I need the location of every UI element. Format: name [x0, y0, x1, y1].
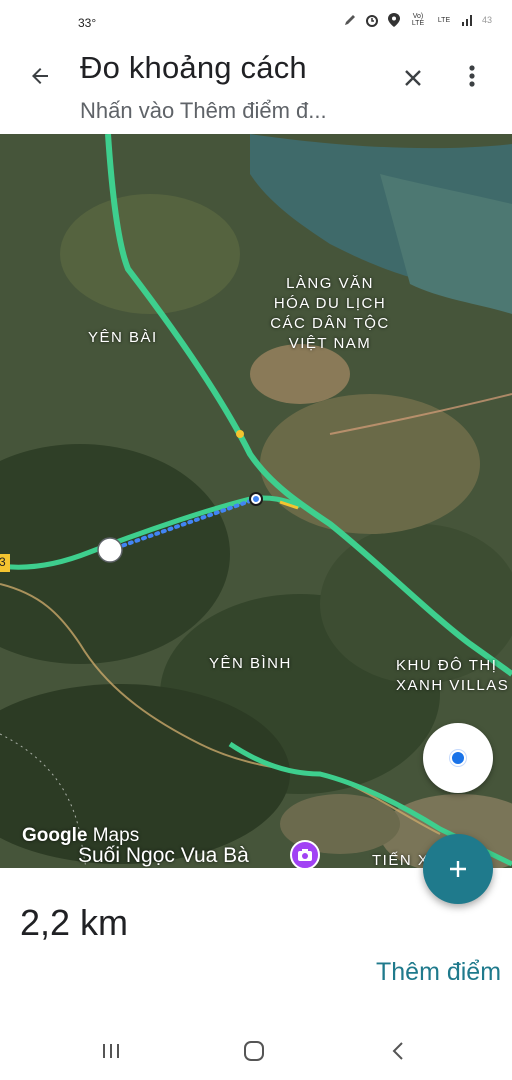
map-label-line: KHU ĐÔ THỊ — [396, 657, 498, 674]
map-label-khu-do-thi: KHU ĐÔ THỊ XANH VILLAS — [396, 656, 512, 696]
page-subtitle: Nhấn vào Thêm điểm đ... — [80, 98, 327, 123]
recents-icon — [103, 1044, 119, 1058]
home-icon — [244, 1041, 264, 1061]
volte-indicator: Vo) LTE — [411, 13, 425, 27]
nav-back-icon — [392, 1042, 403, 1060]
road-number-label: 3 — [0, 555, 8, 569]
map-label-yen-binh: YÊN BÌNH — [209, 655, 292, 672]
more-options-button[interactable] — [458, 60, 486, 92]
edit-icon — [342, 12, 358, 28]
add-point-button[interactable]: Thêm điểm — [376, 958, 501, 987]
lte-indicator: LTE — [437, 16, 451, 24]
map-label-yen-bai: YÊN BÀI — [88, 329, 158, 346]
map-label-line: XANH VILLAS — [396, 677, 510, 694]
location-pin-icon — [386, 12, 402, 28]
more-vert-icon — [469, 65, 475, 87]
map-label-culture-village: LÀNG VĂN HÓA DU LỊCH CÁC DÂN TỘC VIỆT NA… — [265, 274, 395, 354]
map-view[interactable]: LÀNG VĂN HÓA DU LỊCH CÁC DÂN TỘC VIỆT NA… — [0, 134, 512, 868]
distance-value: 2,2 km — [20, 902, 129, 943]
map-label-line: HÓA DU LỊCH — [273, 295, 387, 312]
map-label-line: CÁC DÂN TỘC — [270, 315, 390, 332]
map-label-tien-xuan: TIẾN X — [372, 852, 430, 868]
back-button[interactable] — [24, 60, 56, 92]
app-bar: Đo khoảng cách Nhấn vào Thêm điểm đ... — [0, 46, 512, 134]
status-temperature: 33° — [78, 16, 97, 30]
alarm-icon — [364, 12, 380, 28]
arrow-back-icon — [32, 68, 48, 84]
nav-back-button[interactable] — [383, 1036, 413, 1066]
maps-logo-text: Maps — [92, 825, 140, 846]
google-logo-text: Google — [22, 825, 88, 846]
signal-icon — [460, 12, 476, 28]
home-button[interactable] — [239, 1036, 269, 1066]
battery-level: 43 — [481, 15, 492, 25]
status-icons: Vo) LTE LTE 43 — [342, 12, 492, 28]
close-icon — [405, 70, 421, 86]
map-label-line: LÀNG VĂN — [286, 275, 374, 292]
system-nav-bar — [0, 1018, 512, 1080]
recents-button[interactable] — [96, 1036, 126, 1066]
page-title: Đo khoảng cách — [80, 50, 307, 85]
my-location-icon — [450, 750, 466, 766]
map-label-line: VIỆT NAM — [288, 335, 372, 352]
close-button[interactable] — [397, 62, 429, 94]
poi-label[interactable]: Suối Ngọc Vua Bà — [78, 844, 249, 868]
status-bar: 33° Vo) LTE LTE 43 — [0, 0, 512, 46]
add-icon — [450, 861, 466, 877]
add-point-fab[interactable] — [423, 834, 493, 904]
camera-poi-icon[interactable] — [290, 840, 320, 868]
my-location-button[interactable] — [423, 723, 493, 793]
